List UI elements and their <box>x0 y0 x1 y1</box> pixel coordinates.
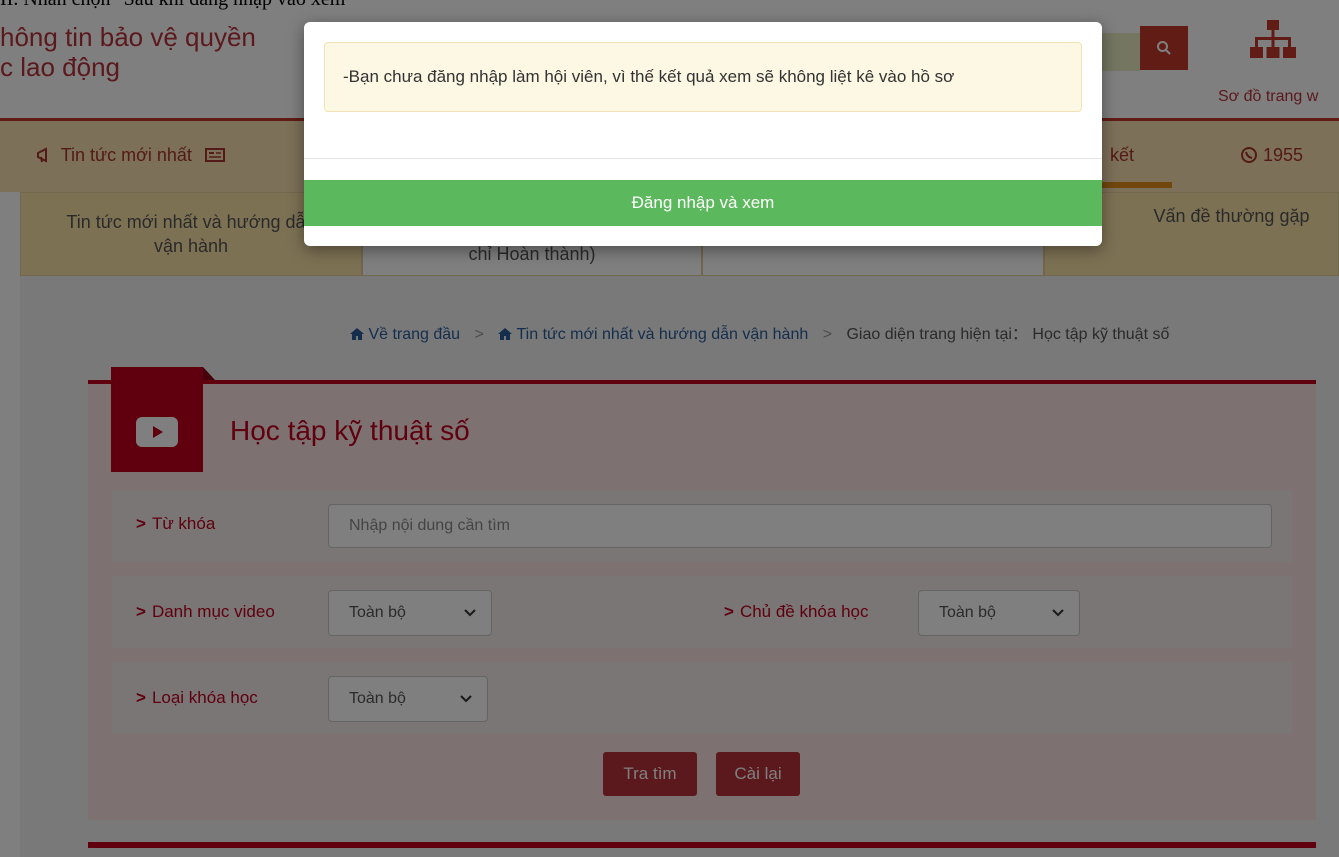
login-warning-message: -Bạn chưa đăng nhập làm hội viên, vì thế… <box>324 42 1082 112</box>
login-modal: -Bạn chưa đăng nhập làm hội viên, vì thế… <box>304 22 1102 246</box>
modal-divider <box>304 158 1102 159</box>
login-and-view-button[interactable]: Đăng nhập và xem <box>304 180 1102 226</box>
